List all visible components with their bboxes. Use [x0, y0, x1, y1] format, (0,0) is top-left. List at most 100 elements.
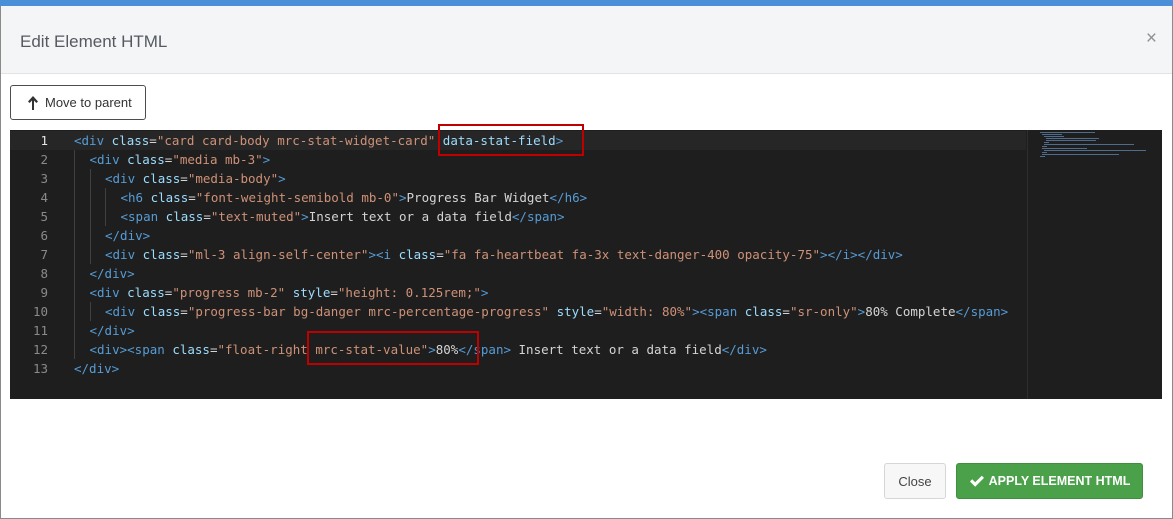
- code-token: "media-body": [187, 171, 279, 186]
- code-token: </div>: [721, 342, 767, 357]
- code-token: class: [111, 133, 150, 148]
- indent-guide: [74, 245, 75, 264]
- highlight-box-stat-value: [307, 331, 479, 365]
- code-token: >: [278, 171, 286, 186]
- code-line: </div>: [90, 321, 135, 340]
- minimap-line: [1046, 140, 1096, 141]
- code-token: >: [368, 247, 376, 262]
- code-editor[interactable]: 1 2 3 4 5 6 7 8 9 10 11 12 13 <div class="card card-…: [10, 130, 1162, 399]
- code-token: </span>: [955, 304, 1009, 319]
- indent-guide: [89, 302, 91, 321]
- code-token: <div: [105, 304, 136, 319]
- code-token: =: [180, 171, 188, 186]
- modal-header: Edit Element HTML ×: [1, 6, 1172, 74]
- code-token: class: [172, 342, 210, 357]
- code-token: "ml-3 align-self-center": [187, 247, 369, 262]
- minimap-line: [1040, 156, 1045, 157]
- indent-guide: [89, 207, 91, 226]
- code-line: <div class="progress mb-2" style="height…: [90, 283, 489, 302]
- line-number: 4: [40, 190, 48, 205]
- indent-guide: [74, 169, 75, 188]
- code-token: "height: 0.125rem;": [337, 285, 481, 300]
- minimap-line: [1046, 138, 1099, 139]
- code-token: =: [180, 304, 188, 319]
- code-token: class: [142, 171, 181, 186]
- code-line: <div class="media-body">: [105, 169, 286, 188]
- code-token: <h6: [120, 190, 144, 205]
- move-to-parent-label: Move to parent: [45, 95, 132, 110]
- line-number: 8: [40, 266, 48, 281]
- move-to-parent-button[interactable]: Move to parent: [10, 85, 146, 120]
- code-token: </span>: [511, 209, 565, 224]
- code-token: >: [262, 152, 271, 167]
- indent-guide: [89, 169, 91, 188]
- line-number: 13: [32, 361, 48, 376]
- code-token: =: [782, 304, 790, 319]
- apply-element-html-button[interactable]: APPLY ELEMENT HTML: [956, 463, 1143, 499]
- minimap-line: [1042, 152, 1047, 153]
- code-token: class: [165, 209, 204, 224]
- code-token: Progress Bar Widget: [406, 190, 550, 205]
- code-token: Insert text or a data field: [308, 209, 512, 224]
- code-line: </div>: [90, 264, 135, 283]
- modal-title: Edit Element HTML: [20, 32, 168, 51]
- code-token: <div: [89, 285, 120, 300]
- close-button[interactable]: Close: [884, 463, 946, 499]
- code-token: class: [142, 247, 181, 262]
- minimap-line: [1042, 154, 1119, 155]
- code-token: </div>: [74, 361, 120, 376]
- code-line: </div>: [105, 226, 150, 245]
- indent-guide: [74, 302, 75, 321]
- code-token: <div: [105, 171, 136, 186]
- code-token: >: [692, 304, 700, 319]
- code-token: </div>: [105, 228, 151, 243]
- code-token: "width: 80%": [601, 304, 693, 319]
- code-token: =: [149, 133, 157, 148]
- code-token: </div>: [89, 266, 135, 281]
- code-token: </div>: [857, 247, 903, 262]
- indent-guide: [89, 226, 91, 245]
- arrow-up-icon: [28, 95, 38, 110]
- line-number: 3: [40, 171, 48, 186]
- minimap-line: [1042, 134, 1062, 135]
- code-token: class: [127, 285, 165, 300]
- line-number: 5: [40, 209, 48, 224]
- indent-guide: [74, 150, 75, 169]
- line-number: 12: [32, 342, 48, 357]
- line-number: 10: [32, 304, 48, 319]
- code-token: class: [150, 190, 189, 205]
- code-token: =: [188, 190, 196, 205]
- indent-guide: [74, 321, 75, 340]
- code-token: =: [436, 247, 444, 262]
- code-token: <div: [89, 152, 120, 167]
- code-token: >: [398, 190, 407, 205]
- indent-guide: [89, 188, 91, 207]
- minimap-line: [1042, 148, 1087, 149]
- indent-guide: [74, 188, 75, 207]
- code-token: "card card-body mrc-stat-widget-card": [156, 133, 436, 148]
- code-token: </div>: [89, 323, 135, 338]
- code-area[interactable]: <div class="card card-body mrc-stat-widg…: [74, 130, 1030, 399]
- code-token: "media mb-3": [172, 152, 263, 167]
- code-token: class: [744, 304, 783, 319]
- code-token: <span: [699, 304, 738, 319]
- code-token: class: [142, 304, 181, 319]
- indent-guide: [74, 340, 75, 359]
- code-line: <span class="text-muted">Insert text or …: [121, 207, 565, 226]
- code-token: 80% Complete: [865, 304, 956, 319]
- close-icon[interactable]: ×: [1146, 29, 1157, 49]
- code-token: <i: [375, 247, 392, 262]
- code-minimap[interactable]: [1027, 130, 1162, 399]
- code-token: =: [594, 304, 602, 319]
- code-token: "font-weight-semibold mb-0": [195, 190, 399, 205]
- line-number: 1: [40, 133, 48, 148]
- indent-guide: [74, 264, 75, 283]
